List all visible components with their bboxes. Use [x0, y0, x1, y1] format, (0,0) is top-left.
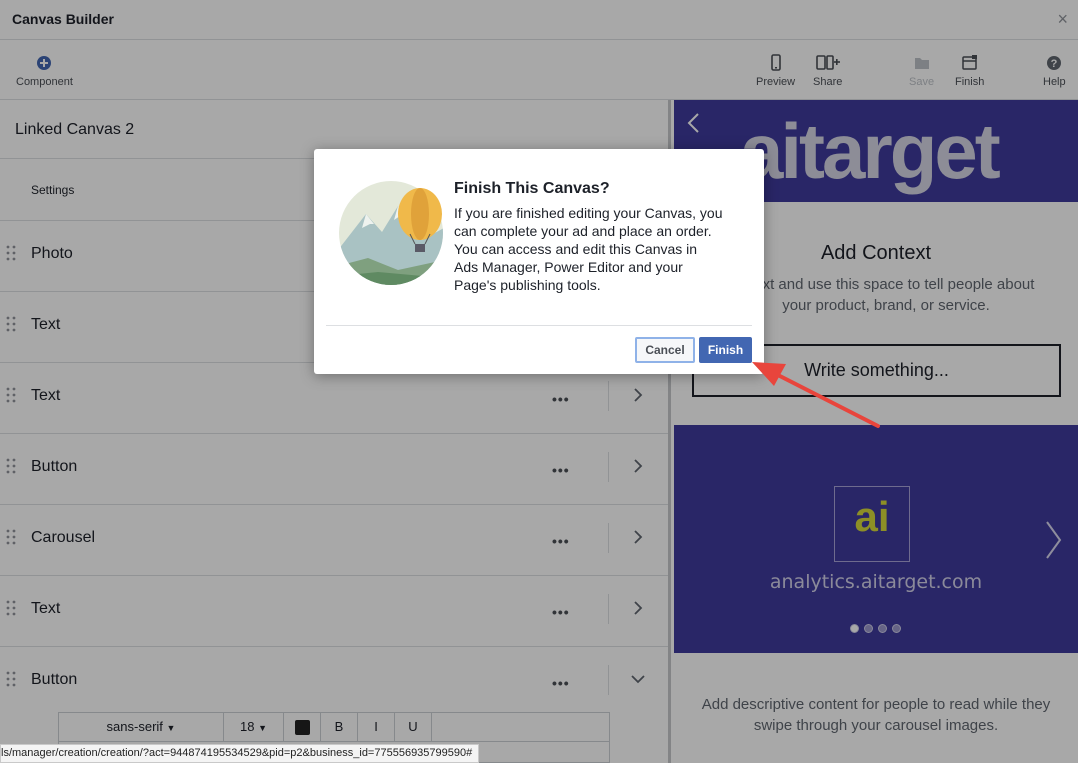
dialog-body: If you are finished editing your Canvas,…: [454, 205, 723, 293]
cancel-button[interactable]: Cancel: [635, 337, 695, 363]
hot-air-balloon-illustration: [339, 181, 443, 285]
dialog-title: Finish This Canvas?: [454, 180, 610, 197]
finish-canvas-dialog: Finish This Canvas? If you are finished …: [314, 149, 764, 374]
modal-backdrop: [0, 0, 1078, 763]
annotation-arrow: [752, 362, 880, 428]
dialog-divider: [326, 325, 752, 326]
status-bar-url: ls/manager/creation/creation/?act=944874…: [0, 744, 480, 763]
